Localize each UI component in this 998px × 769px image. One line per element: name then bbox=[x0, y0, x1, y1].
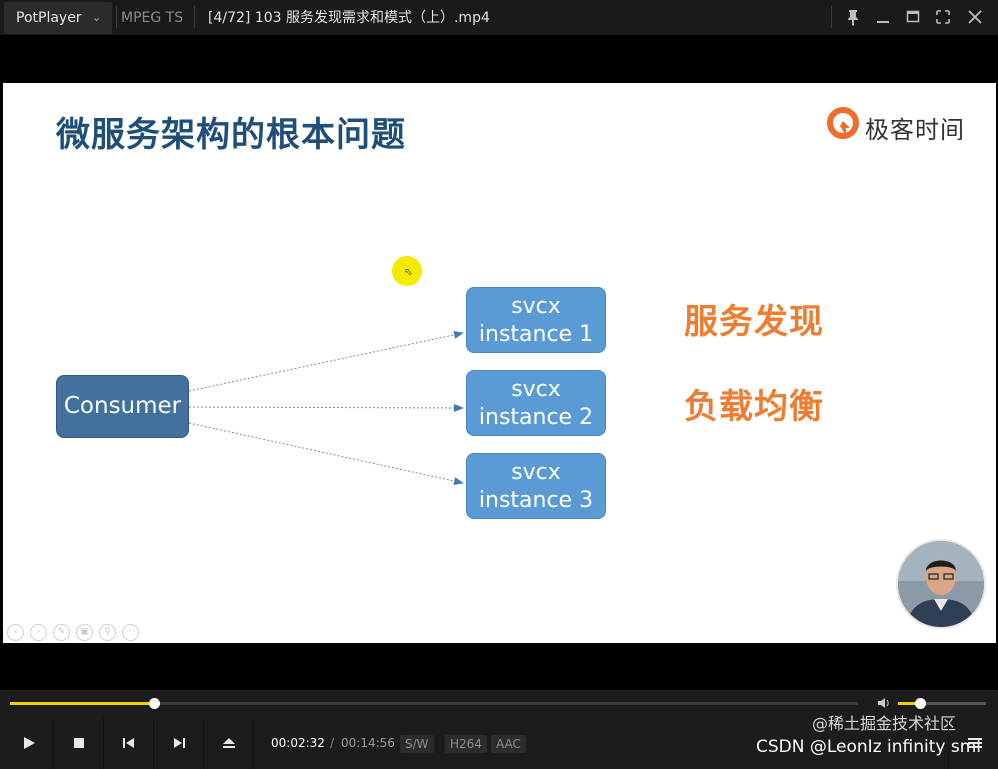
instance-label: instance 2 bbox=[478, 405, 594, 430]
app-menu-button[interactable]: PotPlayer ⌄ bbox=[4, 2, 112, 34]
minimize-icon[interactable] bbox=[870, 4, 896, 30]
stop-button[interactable] bbox=[54, 718, 104, 769]
instance-name: svcx bbox=[511, 377, 561, 402]
menu-icon bbox=[968, 738, 982, 748]
previous-icon bbox=[123, 738, 134, 748]
pin-icon[interactable] bbox=[840, 4, 866, 30]
instance-name: svcx bbox=[511, 460, 561, 485]
close-icon[interactable] bbox=[962, 4, 988, 30]
cursor-icon: ⬁ bbox=[404, 267, 413, 278]
instance-label: instance 1 bbox=[478, 322, 594, 347]
window-title: [4/72] 103 服务发现需求和模式（上）.mp4 bbox=[208, 10, 490, 26]
eject-icon bbox=[223, 738, 235, 748]
format-label: MPEG TS bbox=[121, 10, 184, 26]
eject-button[interactable] bbox=[204, 718, 254, 769]
menu-button[interactable] bbox=[948, 718, 998, 769]
seek-handle[interactable] bbox=[149, 698, 161, 709]
video-area[interactable]: 微服务架构的根本问题 极客时间 Consumer svcx instance 1 bbox=[0, 36, 998, 690]
volume-icon[interactable] bbox=[876, 695, 892, 711]
divider bbox=[831, 6, 832, 28]
pen-icon[interactable]: ✎ bbox=[53, 624, 70, 641]
instance-box-2: svcx instance 2 bbox=[466, 370, 606, 436]
video-codec-badge[interactable]: H264 bbox=[445, 735, 487, 753]
seek-bar[interactable] bbox=[10, 698, 858, 709]
total-time: 00:14:56 bbox=[341, 736, 395, 750]
volume-slider[interactable] bbox=[898, 698, 986, 709]
time-separator: / bbox=[330, 736, 335, 750]
next-icon bbox=[174, 738, 185, 748]
juejin-watermark: @稀土掘金技术社区 bbox=[812, 714, 957, 733]
previous-button[interactable] bbox=[104, 718, 154, 769]
seek-progress bbox=[10, 702, 155, 705]
arrow-to-instance-3 bbox=[188, 422, 464, 485]
slides-icon[interactable]: ▣ bbox=[76, 624, 93, 641]
consumer-box: Consumer bbox=[56, 375, 189, 438]
connector-arrows bbox=[188, 330, 464, 485]
next-slide-icon[interactable]: › bbox=[30, 624, 47, 641]
divider bbox=[194, 6, 195, 28]
next-button[interactable] bbox=[154, 718, 204, 769]
side-label-load-balancing: 负载均衡 bbox=[684, 387, 824, 427]
instance-box-3: svcx instance 3 bbox=[466, 453, 606, 519]
decoder-badge[interactable]: S/W bbox=[400, 735, 434, 753]
current-time: 00:02:32 bbox=[271, 736, 325, 750]
presenter-avatar bbox=[896, 539, 986, 629]
volume-handle[interactable] bbox=[915, 698, 926, 709]
arrow-to-instance-1 bbox=[188, 330, 464, 392]
player-controls: 00:02:32 / 00:14:56 S/W H264 AAC @稀土掘金技术… bbox=[0, 690, 998, 769]
instance-label: instance 3 bbox=[478, 488, 594, 513]
maximize-icon[interactable] bbox=[900, 4, 926, 30]
arrow-to-instance-2 bbox=[188, 403, 464, 412]
presentation-slide: 微服务架构的根本问题 极客时间 Consumer svcx instance 1 bbox=[3, 83, 996, 643]
stop-icon bbox=[74, 738, 84, 748]
play-button[interactable] bbox=[4, 718, 54, 769]
presentation-toolbar: ‹ › ✎ ▣ ⚲ ··· bbox=[7, 619, 145, 641]
side-label-service-discovery: 服务发现 bbox=[684, 302, 824, 342]
instance-name: svcx bbox=[511, 294, 561, 319]
zoom-icon[interactable]: ⚲ bbox=[99, 624, 116, 641]
app-name: PotPlayer bbox=[16, 10, 82, 26]
instance-box-1: svcx instance 1 bbox=[466, 287, 606, 353]
audio-codec-badge[interactable]: AAC bbox=[491, 735, 526, 753]
play-icon bbox=[24, 737, 35, 749]
chevron-down-icon: ⌄ bbox=[92, 11, 102, 24]
more-icon[interactable]: ··· bbox=[122, 624, 139, 641]
prev-slide-icon[interactable]: ‹ bbox=[7, 624, 24, 641]
fullscreen-icon[interactable] bbox=[930, 4, 956, 30]
title-bar: PotPlayer ⌄ MPEG TS [4/72] 103 服务发现需求和模式… bbox=[0, 0, 998, 36]
control-bar: 00:02:32 / 00:14:56 S/W H264 AAC @稀土掘金技术… bbox=[0, 714, 998, 769]
divider bbox=[116, 6, 117, 28]
